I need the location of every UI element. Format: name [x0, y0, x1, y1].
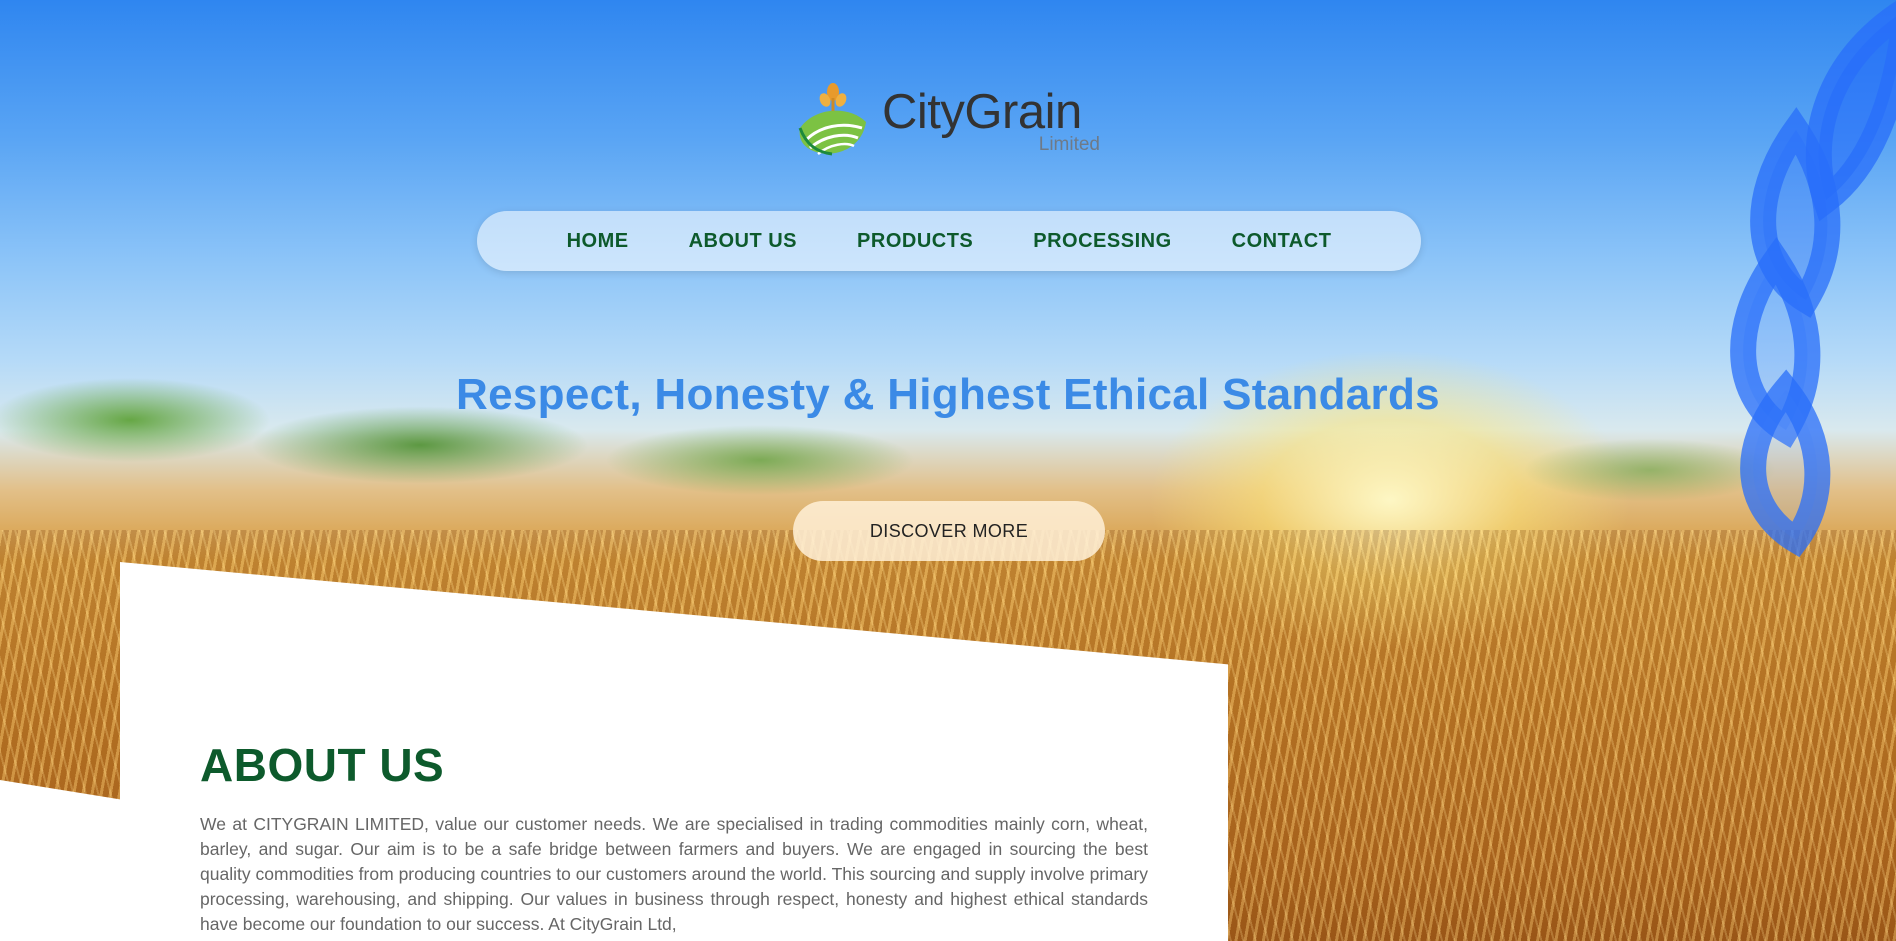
discover-more-button[interactable]: DISCOVER MORE	[793, 501, 1105, 561]
about-body: We at CITYGRAIN LIMITED, value our custo…	[200, 814, 1148, 934]
brand-name: CityGrain	[882, 85, 1082, 139]
brand-wordmark: CityGrain Limited	[882, 78, 1106, 158]
wheat-field-logo-icon	[798, 83, 866, 156]
nav-item-home[interactable]: HOME	[537, 230, 659, 253]
brand-subtitle: Limited	[1038, 134, 1100, 155]
brand-logo[interactable]: CityGrain Limited	[796, 78, 1106, 158]
about-title: ABOUT US	[200, 739, 445, 791]
nav-item-products[interactable]: PRODUCTS	[827, 230, 1003, 253]
nav-item-processing[interactable]: PROCESSING	[1003, 230, 1201, 253]
wheat-watermark-icon	[1730, 1, 1896, 558]
main-nav: HOME ABOUT US PRODUCTS PROCESSING CONTAC…	[477, 211, 1421, 271]
hero-headline: Respect, Honesty & Highest Ethical Stand…	[456, 370, 1440, 419]
nav-item-contact[interactable]: CONTACT	[1202, 230, 1362, 253]
left-slant-panel	[0, 780, 120, 941]
nav-item-about-us[interactable]: ABOUT US	[659, 230, 827, 253]
